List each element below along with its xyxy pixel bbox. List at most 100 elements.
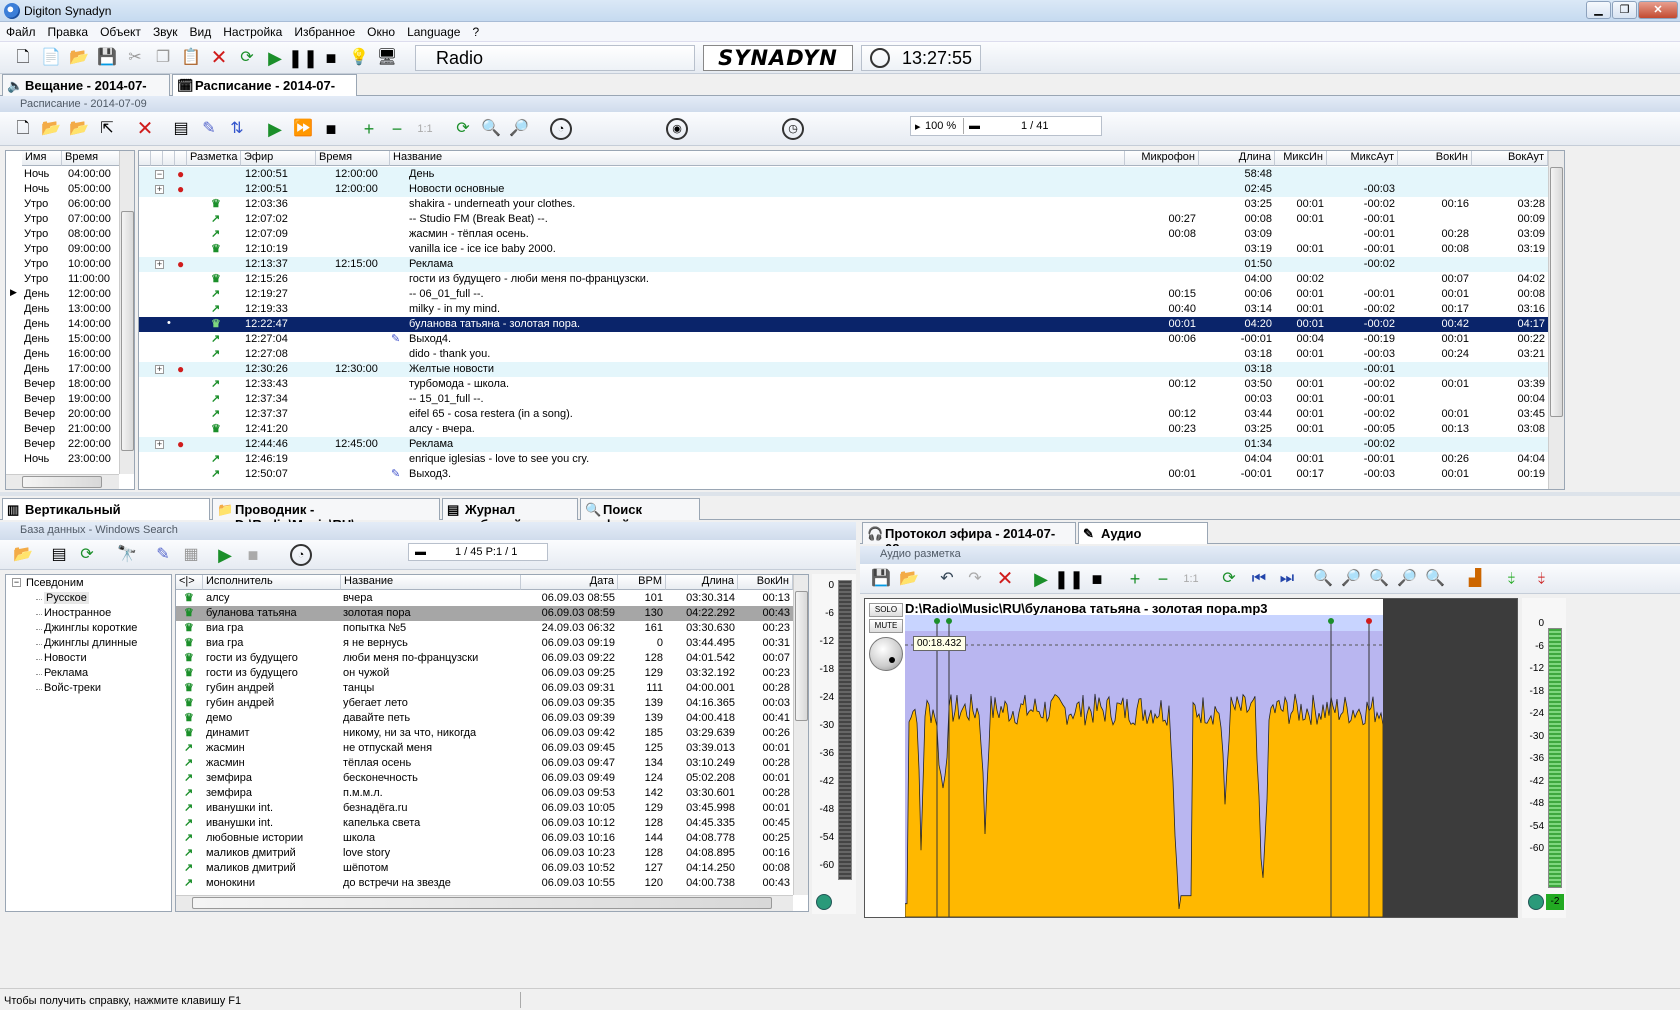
hour-row[interactable]: Ночь 04:00:00 <box>6 167 119 182</box>
record-icon[interactable]: ◉ <box>666 118 688 140</box>
db-row[interactable]: ↗ маликов дмитрий шёпотом 06.09.03 10:52 127… <box>176 861 793 876</box>
col-schedtime[interactable]: Время <box>316 151 390 166</box>
mix-icon[interactable]: ⇅ <box>226 118 248 140</box>
menu-help[interactable]: ? <box>466 23 485 41</box>
tab-vertical-splitter[interactable]: ▥Вертикальный разделитель <box>2 498 210 532</box>
schedule-row[interactable]: ↗ 12:46:19 enrique iglesias - love to see … <box>139 452 1548 467</box>
schedule-row[interactable]: ↗ 12:07:09 жасмин - тёплая осень. 00:08 03:0… <box>139 227 1548 242</box>
markup-icon[interactable]: ✎ <box>198 118 220 140</box>
hour-row[interactable]: Вечер 22:00:00 <box>6 437 119 452</box>
zoom-value[interactable]: 100 % <box>925 120 956 132</box>
col-vocin[interactable]: ВокИн <box>1398 151 1472 166</box>
menu-settings[interactable]: Настройка <box>217 23 288 41</box>
audio-stop-icon[interactable]: ■ <box>1086 568 1108 590</box>
schedule-row[interactable]: ↗ 12:07:02 -- Studio FM (Break Beat) --. 00… <box>139 212 1548 227</box>
play-icon[interactable]: ▶ <box>264 47 286 69</box>
menu-object[interactable]: Объект <box>94 23 147 41</box>
schedule-row[interactable]: + ● 12:44:46 12:45:00 Реклама 01:34 -00:02 <box>139 437 1548 452</box>
expand-icon[interactable]: + <box>155 440 164 449</box>
db-row[interactable]: ↗ жасмин тёплая осень 06.09.03 09:47 134 03:1… <box>176 756 793 771</box>
add-icon[interactable]: + <box>358 118 380 140</box>
hour-row[interactable]: Утро 11:00:00 <box>6 272 119 287</box>
schedule-row[interactable]: ♛ 12:03:36 shakira - underneath your cloth… <box>139 197 1548 212</box>
col-song[interactable]: Название <box>341 575 521 590</box>
tab-audio-markup[interactable]: ✎Аудио разметка <box>1078 522 1208 556</box>
db-row[interactable]: ♛ гости из будущего он чужой 06.09.03 09:25… <box>176 666 793 681</box>
zoom-all-icon[interactable]: 🔍 <box>1424 568 1446 590</box>
hour-row[interactable]: Утро 07:00:00 <box>6 212 119 227</box>
tree-item[interactable]: Иностранное <box>44 607 111 619</box>
hour-row[interactable]: Утро 09:00:00 <box>6 242 119 257</box>
solo-button[interactable]: SOLO <box>869 603 903 617</box>
hour-row[interactable]: Вечер 19:00:00 <box>6 392 119 407</box>
schedule-row[interactable]: ♛ 12:10:19 vanilla ice - ice ice baby 2000… <box>139 242 1548 257</box>
zoom-in-audio-icon[interactable]: 🔍 <box>1368 568 1390 590</box>
maximize-button[interactable]: ❐ <box>1612 1 1637 19</box>
tab-event-log[interactable]: ▤Журнал событий <box>442 498 578 532</box>
schedule-row[interactable]: ↗ 12:37:37 eifel 65 - cosa restera (in a s… <box>139 407 1548 422</box>
tree-item[interactable]: Реклама <box>44 667 88 679</box>
menu-window[interactable]: Окно <box>361 23 401 41</box>
close-button[interactable]: ✕ <box>1638 1 1678 19</box>
hour-row[interactable]: Вечер 20:00:00 <box>6 407 119 422</box>
monitor-icon[interactable]: 🖥 <box>376 47 398 69</box>
col-mic[interactable]: Микрофон <box>1125 151 1199 166</box>
db-list-icon[interactable]: ▤ <box>48 544 70 566</box>
hour-row[interactable]: Вечер 18:00:00 <box>6 377 119 392</box>
col-title[interactable]: Название <box>390 151 1125 166</box>
db-scrollbar[interactable] <box>793 575 808 895</box>
col-date[interactable]: Дата <box>521 575 618 590</box>
tree-root[interactable]: Псевдоним <box>26 577 84 589</box>
mute-button[interactable]: MUTE <box>869 619 903 633</box>
audio-meter-reset-icon[interactable] <box>1528 894 1544 910</box>
forward-icon[interactable]: ⏩ <box>292 118 314 140</box>
db-row[interactable]: ♛ гости из будущего люби меня по-французск… <box>176 651 793 666</box>
export-icon[interactable]: ⇱ <box>96 118 118 140</box>
save-icon[interactable]: 💾 <box>96 47 118 69</box>
tree-collapse-icon[interactable]: − <box>12 578 21 587</box>
col-time[interactable]: Время <box>62 151 122 166</box>
audio-save-icon[interactable]: 💾 <box>870 568 892 590</box>
zoom-out-icon[interactable]: 🔍 <box>480 118 502 140</box>
col-name[interactable]: Имя <box>22 151 62 166</box>
tree-item[interactable]: Джинглы короткие <box>44 622 137 634</box>
audio-one-to-one-icon[interactable]: 1:1 <box>1180 568 1202 590</box>
hour-row[interactable]: День 17:00:00 <box>6 362 119 377</box>
delete-icon[interactable]: ✕ <box>208 47 230 69</box>
open-schedule-icon[interactable]: 📂 <box>40 118 62 140</box>
expand-icon[interactable]: + <box>155 365 164 374</box>
schedule-row[interactable]: ↗ 12:19:27 -- 06_01_full --. 00:15 00:06 00:0… <box>139 287 1548 302</box>
one-to-one-icon[interactable]: 1:1 <box>414 118 436 140</box>
db-pager-minus[interactable]: ▬ <box>415 546 426 558</box>
schedule-row[interactable]: + ● 12:13:37 12:15:00 Реклама 01:50 -00:02 <box>139 257 1548 272</box>
schedule-row[interactable]: • ♛ 12:22:47 буланова татьяна - золотая пор… <box>139 317 1548 332</box>
col-dbvocin[interactable]: ВокИн <box>738 575 793 590</box>
expand-icon[interactable]: + <box>155 260 164 269</box>
db-stop-icon[interactable]: ■ <box>242 544 264 566</box>
db-row[interactable]: ↗ жасмин не отпускай меня 06.09.03 09:45 125… <box>176 741 793 756</box>
db-row[interactable]: ♛ динамит никому, ни за что, никогда 06.09.… <box>176 726 793 741</box>
hour-row[interactable]: Утро 06:00:00 <box>6 197 119 212</box>
db-meter-reset-icon[interactable] <box>816 894 832 910</box>
undo-icon[interactable]: ↶ <box>936 568 958 590</box>
db-row[interactable]: ↗ любовные истории школа 06.09.03 10:16 144 0… <box>176 831 793 846</box>
tree-item[interactable]: Войс-треки <box>44 682 101 694</box>
zoom-sel-icon[interactable]: 🔍 <box>1312 568 1334 590</box>
schedule-scroll-thumb[interactable] <box>1550 167 1563 417</box>
hour-row[interactable]: Утро 10:00:00 <box>6 257 119 272</box>
pause-icon[interactable]: ❚❚ <box>288 47 318 69</box>
expand-icon[interactable]: + <box>155 185 164 194</box>
schedule-row[interactable]: ↗ 12:27:08 dido - thank you. 03:18 00:01 -00:… <box>139 347 1548 362</box>
marker-in-icon[interactable]: ⤈ <box>1500 568 1522 590</box>
tree-item[interactable]: Новости <box>44 652 87 664</box>
col-vocout[interactable]: ВокАут <box>1472 151 1548 166</box>
expand-icon[interactable]: − <box>155 170 164 179</box>
col-length[interactable]: Длина <box>1199 151 1275 166</box>
tab-file-search[interactable]: 🔍Поиск файлов <box>580 498 700 532</box>
schedule-row[interactable]: ↗ 12:37:34 -- 15_01_full --. 00:03 00:01 -00:… <box>139 392 1548 407</box>
db-row[interactable]: ↗ монокини до встречи на звезде 06.09.03 10… <box>176 876 793 891</box>
tab-air-protocol[interactable]: 🎧Протокол эфира - 2014-07-08 <box>862 522 1076 556</box>
hour-row[interactable]: Вечер 21:00:00 <box>6 422 119 437</box>
cue-marker-handle[interactable] <box>1328 618 1334 624</box>
audio-open-icon[interactable]: 📂 <box>898 568 920 590</box>
